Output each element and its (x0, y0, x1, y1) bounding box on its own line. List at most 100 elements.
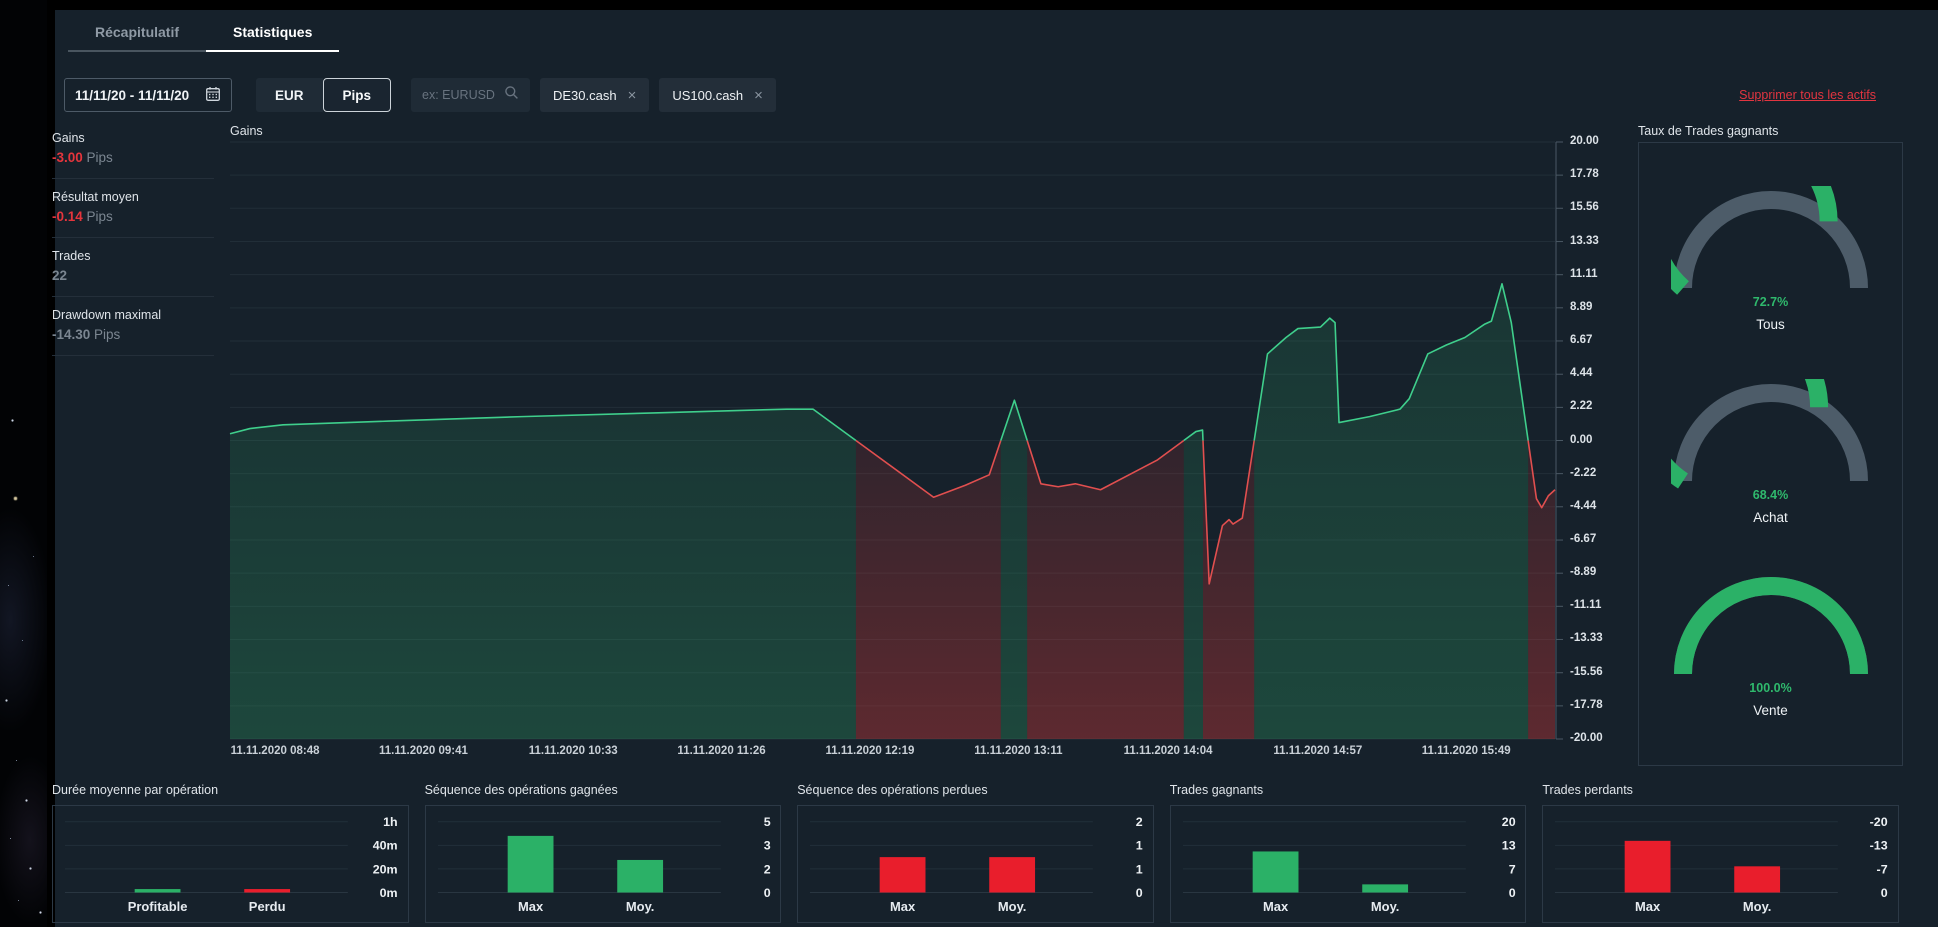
svg-text:2: 2 (763, 862, 770, 876)
asset-tag[interactable]: US100.cash × (659, 78, 776, 112)
svg-text:0: 0 (1881, 886, 1888, 900)
x-tick-label: 11.11.2020 10:33 (528, 745, 618, 757)
asset-tag-list: DE30.cash × US100.cash × (530, 78, 776, 112)
svg-text:-7: -7 (1877, 862, 1888, 876)
y-tick-label: 2.22 (1570, 400, 1593, 413)
y-tick-label: 8.89 (1570, 300, 1593, 313)
date-range-input[interactable]: 11/11/20 - 11/11/20 (64, 78, 232, 112)
svg-text:Max: Max (518, 899, 544, 914)
mini-chart-panel: Durée moyenne par opération 1h 40m 20m 0m Pro… (52, 783, 409, 923)
svg-text:Max: Max (890, 899, 916, 914)
gauge-value: 72.7% (1752, 295, 1789, 309)
svg-text:7: 7 (1508, 862, 1515, 876)
svg-text:5: 5 (763, 815, 770, 829)
date-range-value: 11/11/20 - 11/11/20 (75, 87, 190, 103)
tab-recapitulatif[interactable]: Récapitulatif (68, 24, 207, 52)
summary-unit: Pips (82, 150, 113, 165)
y-tick-label: -6.67 (1570, 533, 1597, 546)
y-tick-label: -8.89 (1570, 566, 1597, 579)
unit-pips-button[interactable]: Pips (322, 78, 392, 112)
y-tick-label: 20.00 (1570, 135, 1599, 147)
y-tick-label: -15.56 (1570, 665, 1603, 678)
view-tabs: Récapitulatif Statistiques (68, 24, 340, 52)
mini-chart-panel: Séquence des opérations perdues 2 1 1 0 Max Mo… (797, 783, 1154, 923)
asset-tag-label: US100.cash (672, 87, 744, 103)
svg-text:0: 0 (1508, 886, 1515, 900)
search-icon (504, 85, 519, 105)
mini-chart-title: Trades perdants (1542, 783, 1633, 797)
mini-chart-box: 5 3 2 0 Max Moy. (424, 805, 782, 923)
gauge-label: Vente (1753, 703, 1788, 718)
y-tick-label: -11.11 (1570, 599, 1602, 612)
mini-chart-title: Séquence des opérations perdues (797, 783, 988, 797)
win-rate-gauge: 72.7% Tous (1670, 186, 1871, 336)
gauge-label: Achat (1753, 510, 1788, 525)
svg-text:Moy.: Moy. (1371, 899, 1400, 914)
mini-chart-canvas: 2 1 1 0 Max Moy. (810, 815, 1143, 914)
mini-chart-canvas: 5 3 2 0 Max Moy. (437, 815, 770, 914)
currency-eur-button[interactable]: EUR (256, 78, 323, 112)
svg-text:1h: 1h (383, 815, 398, 829)
summary-label: Trades (52, 249, 91, 263)
mini-chart-canvas: 1h 40m 20m 0m Profitable Perdu (64, 815, 398, 914)
summary-item: Gains -3.00 Pips (52, 120, 214, 179)
summary-item: Résultat moyen -0.14 Pips (52, 179, 214, 238)
svg-text:0: 0 (1136, 886, 1143, 900)
remove-all-assets-link[interactable]: Supprimer tous les actifs (1739, 88, 1876, 102)
summary-value: -3.00 Pips (52, 150, 214, 165)
summary-label: Drawdown maximal (52, 308, 162, 322)
x-tick-label: 11.11.2020 09:41 (378, 745, 468, 757)
gauge-value: 100.0% (1749, 681, 1792, 695)
y-tick-label: 11.11 (1570, 267, 1598, 280)
svg-text:3: 3 (763, 839, 770, 853)
gains-line-chart: 20.00 17.78 15.56 13.33 11.11 8.89 6.67 4.44 2.2… (229, 135, 1603, 757)
summary-value: -0.14 Pips (52, 209, 214, 224)
svg-text:1: 1 (1136, 862, 1143, 876)
summary-item: Trades 22 (52, 238, 214, 297)
svg-text:-13: -13 (1870, 839, 1888, 853)
win-rate-gauge: 68.4% Achat (1670, 379, 1871, 529)
summary-number: -0.14 (52, 209, 83, 224)
remove-asset-icon[interactable]: × (754, 88, 763, 103)
desktop-wallpaper-strip (0, 0, 47, 927)
svg-text:0: 0 (763, 886, 770, 900)
y-tick-label: 0.00 (1570, 433, 1593, 446)
x-tick-label: 11.11.2020 14:04 (1123, 745, 1213, 757)
mini-chart-box: 1h 40m 20m 0m Profitable Perdu (52, 805, 409, 923)
summary-number: -14.30 (52, 327, 91, 342)
y-tick-label: 6.67 (1570, 333, 1593, 346)
win-rate-gauges-panel: 72.7% Tous 68.4% Achat 100.0% Vente (1638, 142, 1903, 766)
svg-text:20: 20 (1502, 815, 1516, 829)
mini-chart-box: 20 13 7 0 Max Moy. (1169, 805, 1527, 923)
x-tick-label: 11.11.2020 15:49 (1421, 745, 1511, 757)
mini-charts-row: Durée moyenne par opération 1h 40m 20m 0m Pro… (52, 783, 1899, 923)
y-tick-label: -20.00 (1570, 732, 1603, 744)
y-tick-label: 13.33 (1570, 234, 1599, 247)
summary-sidebar: Gains -3.00 Pips Résultat moyen -0.14 Pips T… (52, 120, 214, 356)
mini-chart-box: -20 -13 -7 0 Max Moy. (1542, 805, 1899, 923)
tab-statistiques[interactable]: Statistiques (206, 24, 340, 52)
summary-item: Drawdown maximal -14.30 Pips (52, 297, 214, 356)
mini-chart-title: Durée moyenne par opération (52, 783, 219, 797)
y-tick-label: -2.22 (1570, 466, 1597, 479)
x-tick-label: 11.11.2020 13:11 (974, 745, 1063, 757)
x-tick-label: 11.11.2020 11:26 (677, 745, 766, 757)
remove-asset-icon[interactable]: × (628, 88, 637, 103)
svg-text:20m: 20m (373, 862, 398, 876)
y-tick-label: 17.78 (1570, 168, 1599, 181)
y-tick-label: -17.78 (1570, 698, 1603, 711)
mini-chart-canvas: 20 13 7 0 Max Moy. (1182, 815, 1516, 914)
symbol-search-input[interactable]: ex: EURUSD (411, 78, 530, 112)
gauge-label: Tous (1756, 317, 1785, 332)
mini-chart-panel: Séquence des opérations gagnées 5 3 2 0 Max Mo… (424, 783, 782, 923)
search-placeholder: ex: EURUSD (422, 88, 495, 102)
asset-tag-label: DE30.cash (552, 87, 617, 103)
svg-text:Moy.: Moy. (1743, 899, 1772, 914)
calendar-icon[interactable] (205, 86, 221, 105)
summary-number: 22 (52, 268, 68, 283)
y-tick-label: 15.56 (1570, 201, 1599, 214)
y-tick-label: -13.33 (1570, 632, 1603, 645)
svg-text:0m: 0m (380, 886, 398, 900)
y-tick-label: 4.44 (1570, 367, 1593, 380)
asset-tag[interactable]: DE30.cash × (539, 78, 650, 112)
